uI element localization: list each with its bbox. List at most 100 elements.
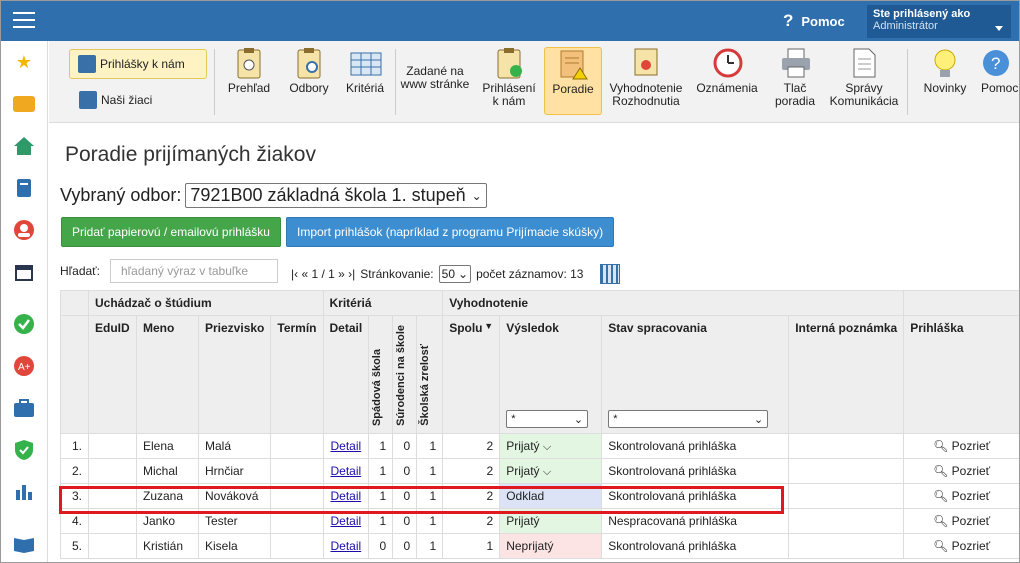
home-icon[interactable]	[13, 135, 35, 157]
printer-icon	[780, 47, 810, 79]
col-prihlaska[interactable]: Prihláška	[903, 315, 1019, 434]
ribbon-pomoc[interactable]: ? Pomoc	[981, 47, 1019, 115]
help-link[interactable]: ? Pomoc	[783, 11, 845, 31]
filter-stav-select[interactable]: * ⌄	[608, 410, 769, 429]
vysledok-value: Prijatý	[506, 438, 540, 453]
person-icon[interactable]	[13, 219, 35, 241]
cell-poznamka	[788, 458, 905, 484]
open-book-icon[interactable]	[13, 533, 35, 555]
group-uchadzac: Uchádzač o štúdium	[88, 290, 324, 316]
star-icon[interactable]: ★	[13, 51, 35, 73]
cell-poznamka	[788, 508, 905, 534]
chevron-down-icon	[995, 26, 1003, 31]
chevron-down-icon: ⌄	[458, 267, 469, 281]
filter-vysledok-select[interactable]: * ⌄	[506, 410, 589, 429]
ribbon-zadane[interactable]: Zadané na www stránke	[399, 47, 471, 115]
view-button[interactable]: 🔍︎ Pozrieť	[933, 439, 990, 453]
ribbon-toolbar: Prihlášky k nám Naši žiaci Prehľad Odbor…	[49, 41, 1019, 123]
cell-poznamka	[788, 533, 905, 559]
search-input[interactable]: hľadaný výraz v tabuľke	[110, 259, 278, 283]
prihlasky-button[interactable]: Prihlášky k nám	[69, 49, 207, 79]
ribbon-odbory[interactable]: Odbory	[281, 47, 337, 115]
columns-icon[interactable]	[600, 264, 621, 284]
results-table: Uchádzač o štúdium Kritériá Vyhodnotenie…	[60, 290, 1019, 559]
col-poznamka[interactable]: Interná poznámka	[788, 315, 905, 434]
header-cell	[442, 405, 501, 434]
table-icon	[350, 47, 382, 79]
ribbon-label: Odbory	[289, 81, 329, 95]
lightbulb-icon	[930, 47, 960, 79]
mail-icon[interactable]	[13, 96, 35, 112]
detail-link[interactable]: Detail	[331, 464, 362, 478]
chart-icon[interactable]	[13, 481, 35, 503]
cell-vysledok: Prijatý ⌵	[499, 433, 603, 459]
briefcase-icon[interactable]	[13, 397, 35, 419]
group-kriteria: Kritériá	[322, 290, 444, 316]
view-button[interactable]: 🔍︎ Pozrieť	[933, 489, 990, 503]
view-button[interactable]: 🔍︎ Pozrieť	[933, 514, 990, 528]
col-spadova[interactable]: Spádová škola	[371, 349, 383, 426]
ribbon-spravy[interactable]: Správy Komunikácia	[827, 47, 901, 115]
odbor-value: 7921B00 základná škola 1. stupeň	[190, 185, 466, 205]
thumbs-down-icon: ⌵	[542, 440, 552, 453]
vysledok-value: Prijatý	[506, 514, 540, 528]
col-vysledok[interactable]: Výsledok	[499, 315, 603, 406]
group-vyhodnotenie: Vyhodnotenie	[442, 290, 905, 316]
col-spolu[interactable]: Spolu ▼	[442, 315, 501, 406]
menu-icon[interactable]	[13, 12, 35, 30]
view-button[interactable]: 🔍︎ Pozrieť	[933, 464, 990, 478]
import-button[interactable]: Import prihlášok (napríklad z programu P…	[286, 217, 615, 247]
divider	[907, 49, 908, 115]
ribbon-label: Vyhodnotenie Rozhodnutia	[609, 81, 683, 108]
ribbon-oznamenia[interactable]: Oznámenia	[689, 47, 765, 115]
col-priezvisko[interactable]: Priezvisko	[197, 315, 272, 434]
cell-termin	[270, 533, 324, 559]
page-size-value: 50	[441, 267, 456, 281]
col-stav[interactable]: Stav spracovania	[601, 315, 790, 406]
ribbon-kriteria[interactable]: Kritériá	[339, 47, 391, 115]
user-role: Administrátor	[873, 20, 938, 32]
detail-link[interactable]: Detail	[331, 539, 362, 553]
ribbon-novinky[interactable]: Novinky	[917, 47, 973, 115]
grade-icon[interactable]: A+	[13, 355, 35, 377]
search-icon: 🔍︎	[933, 489, 949, 503]
pager-nav[interactable]: |‹ « 1 / 1 » ›|	[291, 267, 355, 281]
detail-link[interactable]: Detail	[331, 514, 362, 528]
ribbon-prihlaseni[interactable]: Prihlásení k nám	[479, 47, 539, 115]
col-zrelost[interactable]: Školská zrelosť	[419, 344, 431, 426]
ziaci-label: Naši žiaci	[101, 93, 153, 107]
search-label: Hľadať:	[60, 264, 101, 278]
filter-value: *	[613, 413, 618, 426]
odbor-select[interactable]: 7921B00 základná škola 1. stupeň ⌄	[185, 183, 487, 208]
search-icon: 🔍︎	[933, 514, 949, 528]
table-row: 5. Kristián Kisela Detail 0 0 1 1 Neprijatý Skont…	[60, 533, 1019, 559]
col-eduid[interactable]: EduID	[88, 315, 137, 434]
document-icon	[849, 47, 879, 79]
book-icon[interactable]	[13, 177, 35, 199]
cell-spadova: 1	[368, 458, 394, 484]
detail-link[interactable]: Detail	[331, 439, 362, 453]
ribbon-poradie[interactable]: Poradie	[544, 47, 602, 115]
cell-vysledok: Prijatý ⌵	[499, 458, 603, 484]
ribbon-tlac[interactable]: Tlač poradia	[767, 47, 823, 115]
add-application-button[interactable]: Pridať papierovú / emailovú prihlášku	[61, 217, 281, 247]
cell-meno: Elena	[136, 433, 199, 459]
cell-spolu: 2	[442, 433, 501, 459]
col-detail[interactable]: Detail	[322, 315, 370, 434]
user-menu[interactable]: Ste prihlásený ako Administrátor	[867, 5, 1011, 38]
check-circle-icon[interactable]	[13, 313, 35, 335]
view-button[interactable]: 🔍︎ Pozrieť	[933, 539, 990, 553]
cell-poznamka	[788, 483, 905, 509]
shield-icon[interactable]	[13, 439, 35, 461]
calendar-icon[interactable]	[13, 261, 35, 283]
cell-eduid	[88, 433, 137, 459]
records-count: počet záznamov: 13	[476, 267, 584, 281]
ribbon-vyhodnotenie[interactable]: Vyhodnotenie Rozhodnutia	[607, 47, 685, 115]
col-meno[interactable]: Meno	[136, 315, 199, 434]
row-number: 1.	[60, 433, 89, 459]
col-surodenci[interactable]: Súrodenci na škole	[395, 325, 407, 426]
ziaci-button[interactable]: Naši žiaci	[69, 85, 207, 115]
col-termin[interactable]: Termín	[270, 315, 324, 434]
ribbon-prehlad[interactable]: Prehľad	[221, 47, 277, 115]
page-size-select[interactable]: 50 ⌄	[438, 265, 472, 283]
